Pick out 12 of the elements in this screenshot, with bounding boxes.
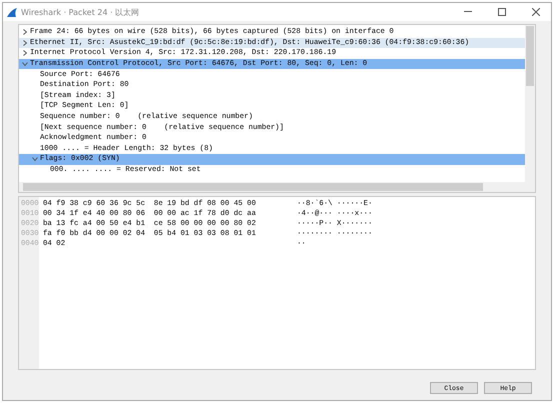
chevron-icon[interactable] [22,50,28,56]
vertical-scrollbar[interactable] [525,25,535,182]
chevron-icon[interactable] [22,29,28,36]
chevron-icon[interactable] [22,61,28,68]
horizontal-scrollbar[interactable] [19,182,535,192]
maximize-icon[interactable] [498,8,506,16]
shark-fin-icon [7,8,17,16]
chevron-icon[interactable] [32,156,38,162]
window-title: Wireshark · Packet 24 · 以太网 [21,6,140,18]
close-icon[interactable] [532,8,540,16]
minimize-icon[interactable] [464,11,472,13]
chevron-icon[interactable] [22,40,28,46]
